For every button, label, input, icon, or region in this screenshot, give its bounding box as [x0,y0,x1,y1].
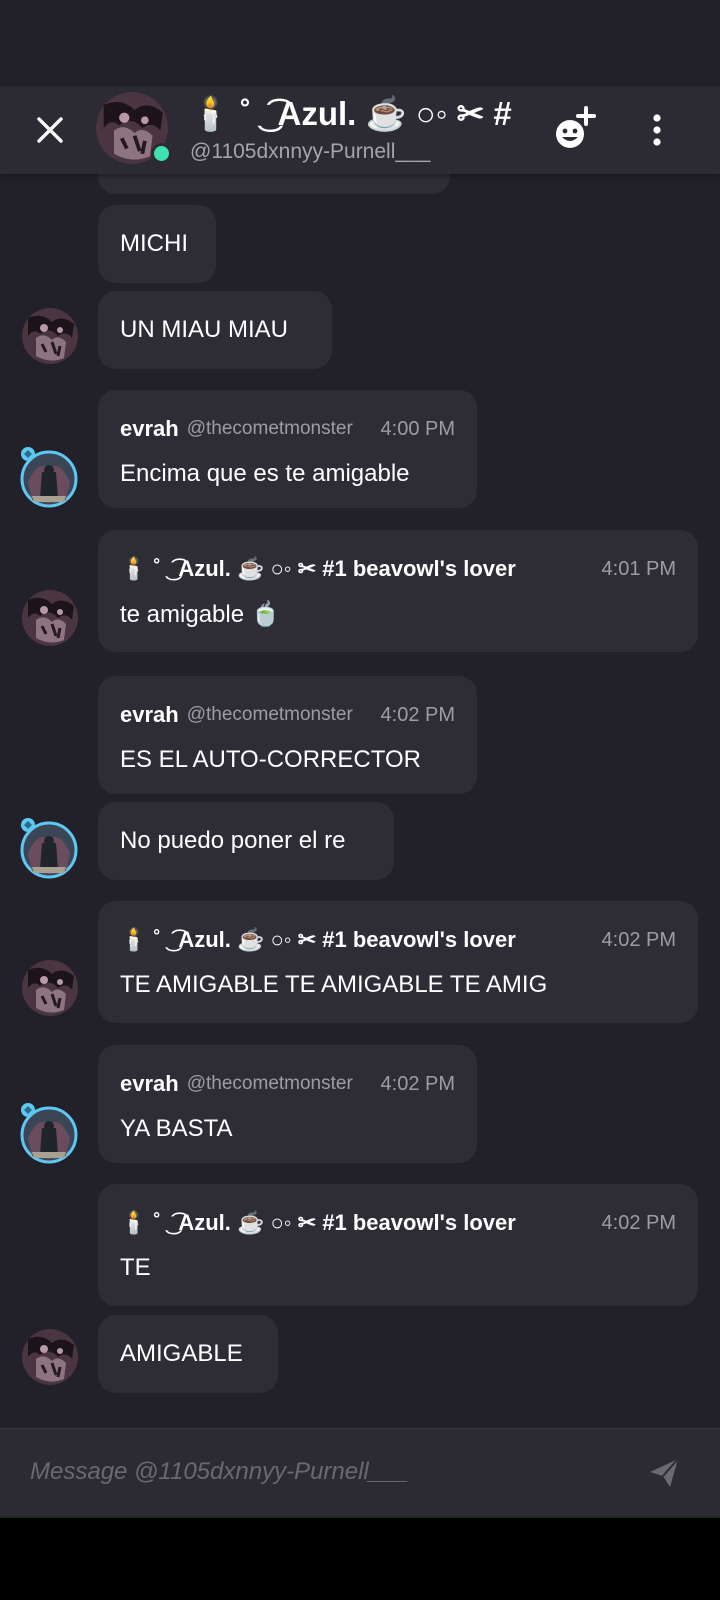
message-meta: 🕯️ ˚ ͜ ͡ Azul. ☕ ○◦ ✂ #1 beavowl's lover [120,554,578,584]
avatar[interactable] [18,1102,80,1164]
message-time: 4:02 PM [372,700,455,730]
message-bubble[interactable]: No puedo poner el re [98,802,394,880]
add-user-icon [556,106,596,148]
send-icon [650,1458,679,1487]
author-name: evrah [120,1071,179,1096]
avatar[interactable] [22,960,78,1016]
message-time: 4:00 PM [372,414,455,444]
avatar[interactable] [18,817,80,879]
message-meta: 🕯️ ˚ ͜ ͡ Azul. ☕ ○◦ ✂ #1 beavowl's lover [120,925,578,955]
author-name: 🕯️ ˚ ͜ ͡ Azul. ☕ ○◦ ✂ #1 beavowl's lover [120,1210,516,1235]
message-bubble-partial [98,174,450,194]
contact-name: 🕯️ ˚ ͜ ͡ Azul. ☕ ○◦ ✂ #1 beavowl's lover [190,95,512,132]
close-icon [37,117,63,143]
author-handle: @thecometmonster [186,1073,353,1094]
message-text: TE [120,1254,151,1281]
message-text: UN MIAU MIAU [120,316,288,343]
message-time: 4:01 PM [593,554,676,584]
more-vertical-icon [653,114,661,146]
message-bubble[interactable]: MICHI [98,205,216,283]
contact-name-wrap[interactable]: 🕯️ ˚ ͜ ͡ Azul. ☕ ○◦ ✂ #1 beavowl's lover [190,94,512,134]
message-list[interactable]: MICHI UN MIAU MIAU evrah @thecometmonste… [0,174,720,1428]
message-time: 4:02 PM [372,1069,455,1099]
message-time: 4:02 PM [593,1208,676,1238]
message-text: TE AMIGABLE TE AMIGABLE TE AMIG [120,971,548,998]
message-text: AMIGABLE [120,1340,243,1367]
message-text: No puedo poner el re [120,827,346,854]
more-options-button[interactable] [640,104,674,156]
message-bubble[interactable]: AMIGABLE [98,1315,278,1393]
online-status-dot [151,143,172,164]
contact-handle: @1105dxnnyy-Purnell___ [190,140,431,163]
status-bar [0,0,720,86]
system-nav-bar [0,1516,720,1600]
message-bubble[interactable]: 🕯️ ˚ ͜ ͡ Azul. ☕ ○◦ ✂ #1 beavowl's lover… [98,530,698,652]
avatar[interactable] [22,1329,78,1385]
send-button[interactable] [646,1455,682,1491]
message-text: Encima que es te amigable [120,460,410,487]
message-input[interactable] [28,1449,592,1495]
message-bubble[interactable]: UN MIAU MIAU [98,291,332,369]
message-text: YA BASTA [120,1115,233,1142]
avatar[interactable] [18,446,80,508]
author-handle: @thecometmonster [186,704,353,725]
author-handle: @thecometmonster [186,418,353,439]
message-bubble[interactable]: 🕯️ ˚ ͜ ͡ Azul. ☕ ○◦ ✂ #1 beavowl's lover… [98,901,698,1023]
author-name: evrah [120,702,179,727]
message-text: te amigable 🍵 [120,601,281,628]
message-composer [0,1428,720,1516]
close-button[interactable] [30,110,70,150]
message-meta: 🕯️ ˚ ͜ ͡ Azul. ☕ ○◦ ✂ #1 beavowl's lover [120,1208,578,1238]
message-text: MICHI [120,230,188,257]
avatar[interactable] [22,308,78,364]
message-time: 4:02 PM [593,925,676,955]
message-text: ES EL AUTO-CORRECTOR [120,746,421,773]
avatar[interactable] [22,590,78,646]
chat-header: 🕯️ ˚ ͜ ͡ Azul. ☕ ○◦ ✂ #1 beavowl's lover… [0,86,720,174]
message-bubble[interactable]: evrah @thecometmonster 4:02 PM ES EL AUT… [98,676,477,794]
author-name: evrah [120,416,179,441]
message-bubble[interactable]: evrah @thecometmonster 4:00 PM Encima qu… [98,390,477,508]
message-bubble[interactable]: evrah @thecometmonster 4:02 PM YA BASTA [98,1045,477,1163]
message-bubble[interactable]: 🕯️ ˚ ͜ ͡ Azul. ☕ ○◦ ✂ #1 beavowl's lover… [98,1184,698,1306]
add-user-button[interactable] [548,104,600,156]
author-name: 🕯️ ˚ ͜ ͡ Azul. ☕ ○◦ ✂ #1 beavowl's lover [120,556,516,581]
author-name: 🕯️ ˚ ͜ ͡ Azul. ☕ ○◦ ✂ #1 beavowl's lover [120,927,516,952]
